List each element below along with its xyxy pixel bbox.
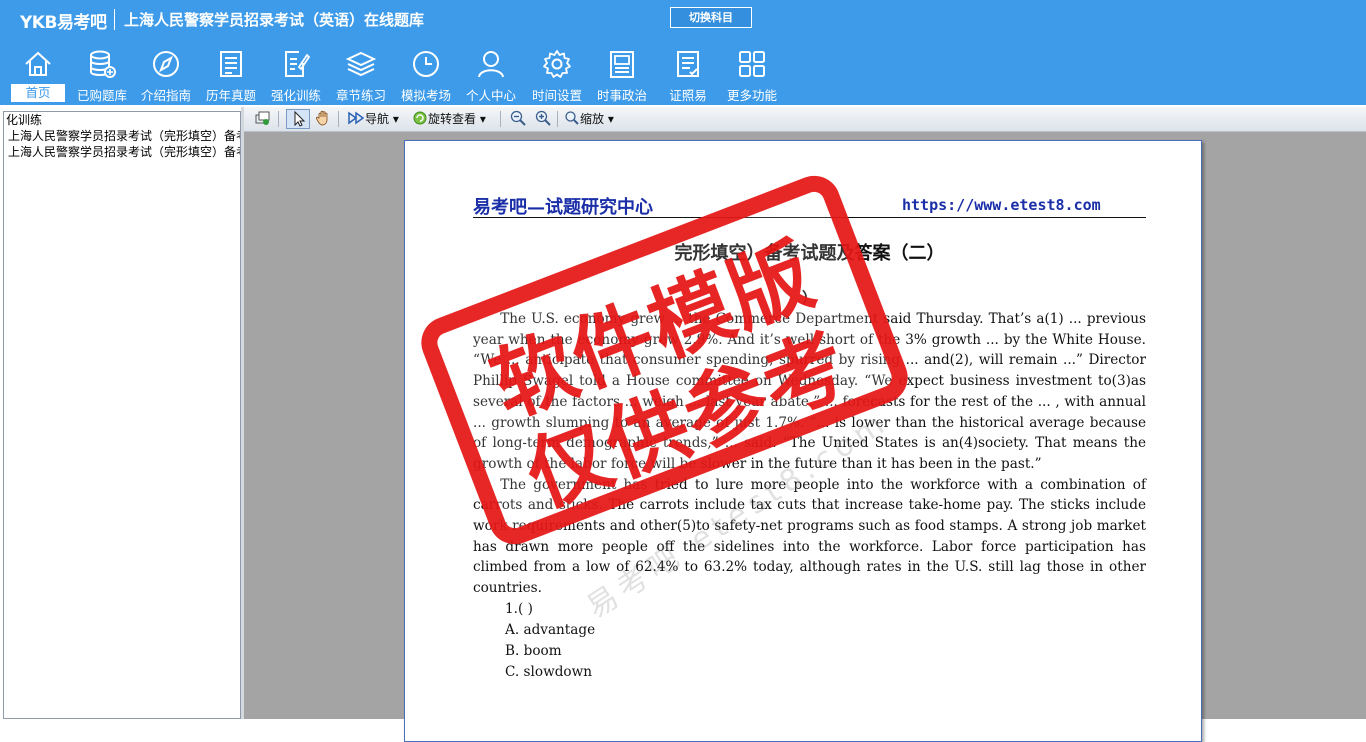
document-list-icon [220, 51, 242, 77]
nav-label: 证照易 [669, 88, 707, 103]
zoom-label: 缩放 [580, 112, 605, 126]
rotate-label: 旋转查看 [428, 112, 477, 126]
nav-profile[interactable]: 个人中心 [459, 46, 523, 104]
certificate-icon [677, 51, 699, 77]
rotate-menu-button[interactable]: 旋转查看 ▾ [412, 109, 486, 129]
document-title: 完形填空）备考试题及答案（二） [674, 243, 945, 264]
document-body: The U.S. economy grew ... the Commerce D… [473, 309, 1146, 683]
switch-subject-button[interactable]: 切换科目 [670, 7, 752, 28]
passage-paragraph: The government has tried to lure more pe… [473, 476, 1146, 597]
answer-option: A. advantage [505, 621, 596, 638]
title-separator [114, 9, 115, 30]
document-viewer[interactable]: 易考吧—试题研究中心 https://www.etest8.com 完形填空）备… [244, 132, 1366, 742]
nav-label: 章节练习 [335, 88, 386, 103]
nav-label: 个人中心 [465, 88, 516, 103]
user-icon [478, 51, 504, 78]
document-page: 易考吧—试题研究中心 https://www.etest8.com 完形填空）备… [404, 140, 1202, 742]
nav-label: 历年真题 [205, 88, 256, 103]
document-subheading: ） [801, 289, 817, 307]
tree-item[interactable]: 上海人民警察学员招录考试（完形填空）备考试题及答案 [4, 128, 240, 144]
nav-label: 强化训练 [270, 88, 321, 103]
thumbnail-toggle-button[interactable] [254, 109, 272, 129]
nav-past-exams[interactable]: 历年真题 [199, 46, 263, 104]
passage-paragraph: The U.S. economy grew ... the Commerce D… [473, 311, 1146, 472]
magnifier-icon [565, 111, 579, 125]
zoom-in-button[interactable] [534, 109, 552, 129]
hand-icon [315, 110, 328, 126]
nav-home[interactable]: 首页 [6, 46, 70, 104]
tree-item[interactable]: 上海人民警察学员招录考试（完形填空）备考试题及答案 [4, 144, 240, 160]
rotate-icon [413, 111, 427, 125]
nav-mock-exam[interactable]: 模拟考场 [394, 46, 458, 104]
nav-intensive[interactable]: 强化训练 [264, 46, 328, 104]
nav-current-affairs[interactable]: 时事政治 [590, 46, 654, 104]
compass-icon [153, 51, 179, 77]
chapter-tree-panel: 化训练 上海人民警察学员招录考试（完形填空）备考试题及答案 上海人民警察学员招录… [0, 107, 242, 719]
nav-certificate[interactable]: 证照易 [656, 46, 720, 104]
thumbnails-icon [255, 111, 270, 125]
zoom-out-icon [510, 110, 526, 126]
nav-label: 时间设置 [531, 88, 582, 103]
chapter-tree: 化训练 上海人民警察学员招录考试（完形填空）备考试题及答案 上海人民警察学员招录… [3, 111, 241, 719]
nav-label: 首页 [11, 84, 65, 102]
nav-more[interactable]: 更多功能 [720, 46, 784, 104]
grid-icon [739, 51, 765, 77]
pan-tool-button[interactable] [314, 109, 332, 129]
answer-option: C. slowdown [505, 663, 592, 680]
question-number: 1.( ) [505, 600, 533, 617]
layers-icon [346, 51, 376, 77]
app-title: 上海人民警察学员招录考试（英语）在线题库 [124, 11, 425, 29]
header-rule [473, 217, 1146, 218]
zoom-menu-button[interactable]: 缩放 ▾ [564, 109, 614, 129]
main-nav: 首页 已购题库 介绍指南 历年真题 强化训练 章节练习 模拟考场 个人中心 时间… [0, 46, 800, 104]
edit-document-icon [285, 51, 311, 77]
navigation-arrow-icon [348, 111, 365, 125]
clock-icon [413, 51, 439, 77]
page-header-url: https://www.etest8.com [902, 196, 1101, 214]
app-header: YKB易考吧 上海人民警察学员招录考试（英语）在线题库 切换科目 首页 已购题库 [0, 0, 1366, 105]
zoom-in-icon [535, 110, 551, 126]
app-logo: YKB易考吧 [20, 13, 107, 33]
cursor-arrow-icon [294, 110, 306, 127]
navigation-label: 导航 [365, 112, 390, 126]
nav-label: 模拟考场 [400, 88, 451, 103]
tree-item[interactable]: 化训练 [4, 112, 240, 128]
nav-label: 已购题库 [76, 88, 127, 103]
nav-purchased[interactable]: 已购题库 [70, 46, 134, 104]
nav-time-settings[interactable]: 时间设置 [525, 46, 589, 104]
nav-label: 时事政治 [596, 88, 647, 103]
navigation-menu-button[interactable]: 导航 ▾ [347, 109, 399, 129]
nav-guide[interactable]: 介绍指南 [134, 46, 198, 104]
home-icon [25, 51, 51, 76]
answer-option: B. boom [505, 642, 562, 659]
gear-icon [543, 50, 571, 78]
nav-label: 介绍指南 [140, 88, 191, 103]
nav-chapter[interactable]: 章节练习 [329, 46, 393, 104]
select-tool-button[interactable] [286, 109, 310, 129]
database-icon [90, 50, 116, 78]
viewer-toolbar: 导航 ▾ 旋转查看 ▾ 缩放 ▾ [244, 107, 1366, 132]
zoom-out-button[interactable] [509, 109, 527, 129]
page-header-left: 易考吧—试题研究中心 [473, 197, 653, 218]
newspaper-icon [610, 51, 634, 78]
nav-label: 更多功能 [726, 88, 777, 103]
